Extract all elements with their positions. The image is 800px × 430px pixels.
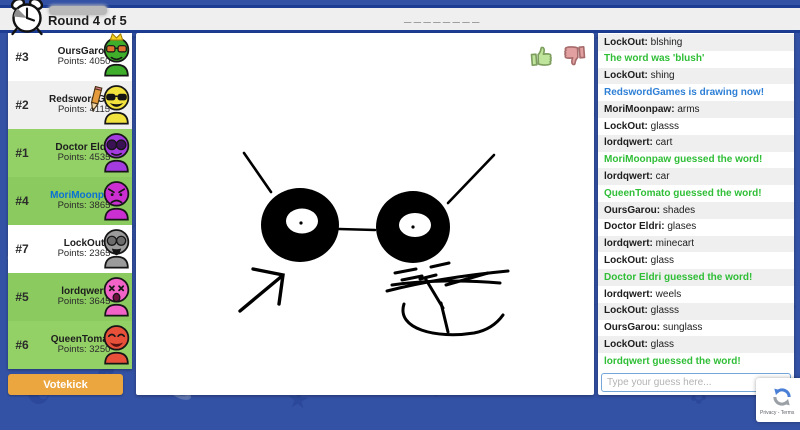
- player-rank: #5: [8, 290, 36, 304]
- player-rank: #4: [8, 194, 36, 208]
- player-avatar: [100, 132, 133, 174]
- privacy-terms-label[interactable]: Privacy - Terms: [756, 410, 794, 416]
- chat-system-message: Doctor Eldri guessed the word!: [598, 269, 794, 286]
- recaptcha-icon: [771, 386, 793, 408]
- word-blanks: ________: [404, 9, 482, 24]
- player-avatar: [100, 180, 133, 222]
- player-row: #6QueenTomatoPoints: 3250: [8, 321, 132, 369]
- player-rank: #3: [8, 50, 36, 64]
- alarm-clock-icon: [5, 0, 49, 38]
- votekick-button[interactable]: Votekick: [8, 374, 123, 395]
- chat-guess-message: LockOut: glasss: [598, 303, 794, 320]
- player-rank: #2: [8, 98, 36, 112]
- chat-guess-message: LockOut: glasss: [598, 118, 794, 135]
- chat-system-message: lordqwert guessed the word!: [598, 353, 794, 370]
- chat-guess-message: LockOut: glass: [598, 336, 794, 353]
- chat-guess-message: OursGarou: sunglass: [598, 320, 794, 337]
- chat-guess-message: LockOut: glass: [598, 252, 794, 269]
- chat-guess-message: LockOut: blshing: [598, 34, 794, 51]
- player-avatar: [100, 228, 133, 270]
- thumb-up-icon[interactable]: [528, 42, 556, 70]
- top-bar: Round 4 of 5 ________: [0, 5, 800, 33]
- player-row: #3OursGarouPoints: 4050: [8, 33, 132, 81]
- player-row: #1Doctor EldriPoints: 4535: [8, 129, 132, 177]
- player-avatar: [100, 276, 133, 318]
- player-rank: #7: [8, 242, 36, 256]
- player-avatar: [100, 84, 133, 126]
- sunglasses-drawing: [136, 33, 594, 395]
- chat-guess-message: lordqwert: minecart: [598, 236, 794, 253]
- player-rank: #1: [8, 146, 36, 160]
- chat-guess-message: OursGarou: shades: [598, 202, 794, 219]
- chat-system-message: MoriMoonpaw guessed the word!: [598, 152, 794, 169]
- player-row: #2RedswordGa...Points: 4115: [8, 81, 132, 129]
- chat-guess-message: MoriMoonpaw: arms: [598, 101, 794, 118]
- reaction-buttons: [528, 42, 588, 70]
- player-avatar: [100, 36, 133, 78]
- recaptcha-badge[interactable]: Privacy - Terms: [756, 378, 800, 422]
- thumb-down-icon[interactable]: [560, 42, 588, 70]
- player-row: #7LockOutPoints: 2365: [8, 225, 132, 273]
- chat-system-message: QueenTomato guessed the word!: [598, 185, 794, 202]
- player-rank: #6: [8, 338, 36, 352]
- drawing-canvas[interactable]: [136, 33, 594, 395]
- chat-guess-message: LockOut: shing: [598, 68, 794, 85]
- chat-message-list: LockOut: bjshLockOut: bullshingLockOut: …: [598, 33, 794, 370]
- chat-guess-message: lordqwert: weels: [598, 286, 794, 303]
- chat-system-message: The word was 'blush': [598, 51, 794, 68]
- round-label: Round 4 of 5: [48, 13, 127, 28]
- chat-guess-message: Doctor Eldri: glases: [598, 219, 794, 236]
- player-list: #3OursGarouPoints: 4050 #2RedswordGa...P…: [8, 33, 132, 369]
- chat-guess-message: lordqwert: cart: [598, 135, 794, 152]
- player-avatar: [100, 324, 133, 366]
- player-row: #4MoriMoonpa...Points: 3865: [8, 177, 132, 225]
- chat-system-message: RedswordGames is drawing now!: [598, 84, 794, 101]
- player-row: #5lordqwertPoints: 3645: [8, 273, 132, 321]
- chat-guess-message: lordqwert: car: [598, 168, 794, 185]
- chat-panel: LockOut: bjshLockOut: bullshingLockOut: …: [598, 33, 794, 395]
